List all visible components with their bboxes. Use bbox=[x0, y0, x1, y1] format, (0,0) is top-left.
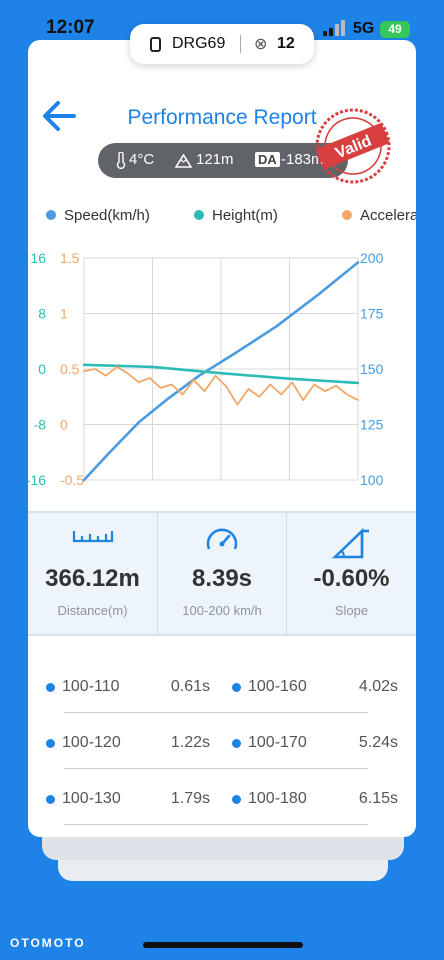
split-value-right: 4.02s bbox=[358, 678, 398, 695]
split-value-left: 1.79s bbox=[170, 790, 210, 807]
legend-label-speed: Speed(km/h) bbox=[64, 207, 150, 224]
accel-axis-tick-label: 1.5 bbox=[60, 250, 80, 266]
speed-axis-tick-label: 100 bbox=[360, 472, 384, 488]
network-type: 5G bbox=[353, 20, 375, 37]
split-row: 100-110 0.61s 100-160 4.02s bbox=[28, 670, 416, 726]
bullet-icon bbox=[232, 683, 241, 692]
mountain-icon bbox=[175, 154, 192, 168]
height-axis-tick-label: -8 bbox=[34, 417, 47, 433]
accel-axis-tick-label: 1 bbox=[60, 306, 68, 322]
home-indicator[interactable] bbox=[143, 942, 303, 948]
ruler-icon bbox=[72, 531, 113, 543]
height-axis-tick-label: 16 bbox=[30, 250, 46, 266]
legend-label-height: Height(m) bbox=[212, 207, 278, 224]
divider bbox=[64, 768, 368, 769]
distance-value: 366.12m bbox=[45, 565, 140, 592]
speed-axis-tick-label: 125 bbox=[360, 417, 384, 433]
speed-axis-tick-label: 175 bbox=[360, 306, 384, 322]
split-row: 100-120 1.22s 100-170 5.24s bbox=[28, 726, 416, 782]
height-axis-tick-label: -16 bbox=[28, 472, 46, 488]
accel-axis-tick-label: 0 bbox=[60, 417, 68, 433]
conditions-pill: 4°C 121m DA -183m bbox=[98, 143, 348, 178]
legend-item-speed[interactable]: Speed(km/h) bbox=[46, 207, 150, 224]
split-value-left: 0.61s bbox=[170, 678, 210, 695]
vehicle-plate: DRG69 bbox=[172, 35, 226, 52]
height-axis-tick-label: 8 bbox=[38, 306, 46, 322]
split-row: 100-130 1.79s 100-180 6.15s bbox=[28, 782, 416, 837]
acceleration-time-label: 100-200 km/h bbox=[182, 603, 262, 618]
split-label-right: 100-180 bbox=[248, 790, 307, 807]
slope-value: -0.60% bbox=[313, 565, 390, 592]
split-value-left: 1.22s bbox=[170, 734, 210, 751]
vehicle-pill[interactable]: DRG69 ⊗ 12 bbox=[130, 24, 314, 64]
divider bbox=[64, 824, 368, 825]
split-label-left: 100-110 bbox=[62, 678, 120, 695]
performance-chart: 16 8 0 -8 -16 1.5 1 0.5 0 -0.5 200 175 150 125 100 bbox=[28, 250, 384, 488]
stat-time: 8.39s 100-200 km/h bbox=[157, 513, 287, 634]
temperature-value: 4°C bbox=[129, 151, 155, 168]
bullet-icon bbox=[232, 795, 241, 804]
density-altitude-label: DA bbox=[255, 152, 280, 167]
slope-icon bbox=[331, 527, 369, 559]
speed-axis-tick-label: 200 bbox=[360, 250, 384, 266]
bullet-icon bbox=[232, 739, 241, 748]
legend-label-acceleration: Acceleration bbox=[360, 207, 416, 224]
split-value-right: 5.24s bbox=[358, 734, 398, 751]
report-card: Performance Report 4°C 121m DA -183m Val… bbox=[28, 40, 416, 837]
satellite-icon: ⊗ bbox=[254, 36, 268, 53]
bullet-icon bbox=[46, 683, 55, 692]
speedometer-icon bbox=[206, 528, 238, 550]
watermark-logo: OTOMOTO bbox=[10, 936, 86, 950]
stat-distance: 366.12m Distance(m) bbox=[28, 513, 157, 634]
split-value-right: 6.15s bbox=[358, 790, 398, 807]
accel-axis-tick-label: -0.5 bbox=[60, 472, 84, 488]
divider bbox=[240, 35, 241, 53]
split-label-right: 100-160 bbox=[248, 678, 307, 695]
satellite-count: 12 bbox=[277, 35, 295, 52]
split-label-left: 100-130 bbox=[62, 790, 121, 807]
signal-icon bbox=[323, 20, 349, 36]
battery-icon: 49 bbox=[380, 21, 410, 38]
split-label-right: 100-170 bbox=[248, 734, 307, 751]
bullet-icon bbox=[46, 795, 55, 804]
acceleration-time-value: 8.39s bbox=[191, 565, 253, 592]
stats-panel: 366.12m Distance(m) 8.39s 100-200 km/h -… bbox=[28, 511, 416, 636]
divider bbox=[64, 712, 368, 713]
slope-label: Slope bbox=[334, 603, 369, 618]
legend-item-acceleration[interactable]: Acceleration bbox=[342, 207, 416, 224]
battery-level: 49 bbox=[388, 22, 402, 36]
chart-legend: Speed(km/h) Height(m) Acceleration bbox=[28, 204, 416, 228]
height-axis-tick-label: 0 bbox=[38, 361, 46, 377]
altitude-value: 121m bbox=[196, 151, 234, 168]
stat-slope: -0.60% Slope bbox=[287, 513, 416, 634]
distance-label: Distance(m) bbox=[57, 603, 128, 618]
clock: 12:07 bbox=[46, 17, 95, 38]
thermometer-icon bbox=[116, 152, 126, 169]
split-label-left: 100-120 bbox=[62, 734, 121, 751]
speed-axis-tick-label: 150 bbox=[360, 361, 384, 377]
accel-axis-tick-label: 0.5 bbox=[60, 361, 80, 377]
valid-stamp: Valid bbox=[315, 108, 391, 184]
legend-item-height[interactable]: Height(m) bbox=[194, 207, 278, 224]
phone-icon bbox=[150, 37, 161, 52]
bullet-icon bbox=[46, 739, 55, 748]
